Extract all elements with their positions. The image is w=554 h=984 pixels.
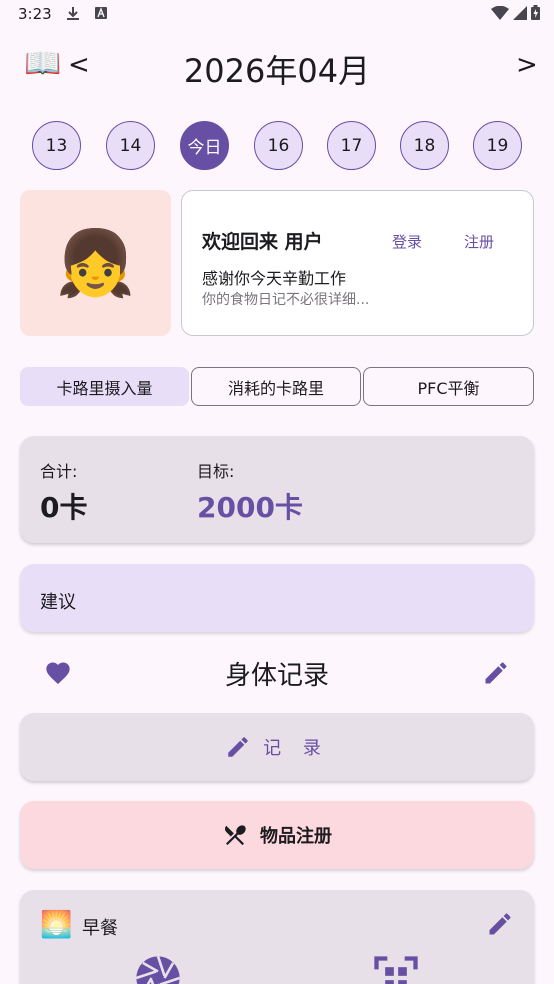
day-chip[interactable]: 14 <box>106 121 155 170</box>
signal-icon <box>513 5 527 20</box>
tab-calorie-intake[interactable]: 卡路里摄入量 <box>20 367 189 406</box>
qr-scan-icon[interactable] <box>370 952 422 984</box>
edit-meal-icon[interactable] <box>486 910 514 938</box>
sunrise-icon: 🌅 <box>40 910 73 940</box>
item-register-label: 物品注册 <box>260 826 332 847</box>
day-chip-today[interactable]: 今日 <box>180 121 229 170</box>
total-value: 0卡 <box>40 491 88 524</box>
status-icons <box>491 5 540 20</box>
day-chip[interactable]: 13 <box>32 121 81 170</box>
edit-pencil-icon[interactable] <box>482 659 510 687</box>
restaurant-icon <box>224 825 246 846</box>
total-label: 合计: <box>40 462 78 481</box>
welcome-title: 欢迎回来 用户 <box>202 231 323 253</box>
record-button-label: 记 录 <box>263 738 329 759</box>
status-time: 3:23 <box>18 5 52 23</box>
subtitle-text: 你的食物日记不必很详细... <box>202 292 370 308</box>
record-button[interactable]: 记 录 <box>20 713 534 781</box>
font-icon <box>94 6 108 20</box>
battery-icon <box>531 5 540 20</box>
day-chip[interactable]: 19 <box>473 121 522 170</box>
month-title: 2026年04月 <box>183 52 371 90</box>
day-chip[interactable]: 18 <box>400 121 449 170</box>
day-chip[interactable]: 16 <box>254 121 303 170</box>
avatar: 👧 <box>20 190 171 336</box>
day-chip[interactable]: 17 <box>327 121 376 170</box>
wifi-icon <box>491 5 509 20</box>
thanks-text: 感谢你今天辛勤工作 <box>202 269 347 288</box>
item-register-button[interactable]: 物品注册 <box>20 801 534 869</box>
breakfast-card: 🌅 早餐 <box>20 890 534 984</box>
advice-label: 建议 <box>40 592 76 613</box>
calorie-summary-card: 合计: 0卡 目标: 2000卡 <box>20 436 534 543</box>
login-link[interactable]: 登录 <box>392 231 422 252</box>
body-record-title: 身体记录 <box>224 661 329 691</box>
welcome-card: 欢迎回来 用户 登录 注册 感谢你今天辛勤工作 你的食物日记不必很详细... <box>181 190 534 336</box>
tab-calories-burned[interactable]: 消耗的卡路里 <box>191 367 361 406</box>
pencil-icon <box>228 737 248 757</box>
next-month-button[interactable]: > <box>516 50 538 80</box>
tab-pfc-balance[interactable]: PFC平衡 <box>363 367 534 406</box>
meal-label: 早餐 <box>82 918 118 939</box>
goal-value[interactable]: 2000卡 <box>197 486 303 526</box>
goal-label: 目标: <box>197 462 235 481</box>
register-link[interactable]: 注册 <box>464 231 494 252</box>
download-icon <box>66 6 80 20</box>
advice-card[interactable]: 建议 <box>20 564 534 632</box>
camera-shutter-icon[interactable] <box>132 952 184 984</box>
